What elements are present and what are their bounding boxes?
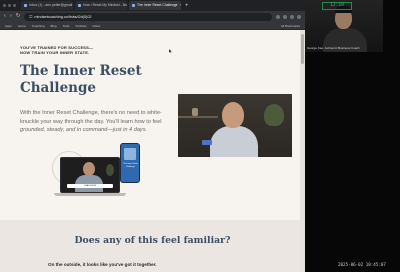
page-title: The Inner Reset Challenge: [20, 63, 142, 96]
bookmark-item[interactable]: Home: [18, 24, 26, 28]
webcam-label: George Kao, Authentic Business Coach: [307, 46, 360, 50]
landing-page: YOU'VE TRAINED FOR SUCCESS— NOW TRAIN YO…: [0, 30, 305, 272]
page-description: With the Inner Reset Challenge, there's …: [20, 109, 170, 135]
bookmark-item[interactable]: Blog: [51, 24, 57, 28]
kicker-line: NOW TRAIN YOUR INNER STATE.: [20, 50, 90, 55]
devices-mockup: CHALLENGE The Inner Reset Challenge: [48, 143, 144, 205]
timestamp: 2025-06-02 10:45:07: [338, 262, 386, 267]
close-icon[interactable]: ×: [180, 1, 181, 10]
familiar-section: Does any of this feel familiar? On the o…: [0, 220, 305, 272]
url-text: mindsetcoaching.co/links/i2d(0)02: [34, 14, 92, 19]
presenter-body: [210, 126, 258, 157]
shelf: [178, 116, 218, 118]
phone-text: The Inner Reset Challenge: [123, 163, 138, 168]
scroll-thumb[interactable]: [301, 34, 304, 64]
browser-window: Inbox (1) - ann.petter@gmail × How I Res…: [0, 0, 305, 272]
tab-inbox[interactable]: Inbox (1) - ann.petter@gmail ×: [21, 1, 73, 10]
camera-badge: [202, 140, 212, 145]
back-icon[interactable]: ‹: [4, 11, 6, 22]
plant: [106, 164, 114, 176]
hero-video[interactable]: [178, 94, 292, 157]
recording-sidebar: George Kao, Authentic Business Coach 12:…: [305, 0, 400, 272]
bookmark-item[interactable]: Tools: [63, 24, 70, 28]
tab-label: How I Reset My Mindset - Bui: [83, 3, 127, 7]
tab-inner-reset[interactable]: The Inner Reset Challenge ×: [129, 1, 181, 10]
vase: [192, 108, 198, 116]
presenter-head: [83, 162, 95, 176]
gmail-icon: [24, 4, 27, 7]
bookmark-item[interactable]: Notes: [92, 24, 100, 28]
laptop-base: [54, 193, 126, 196]
kicker-text: YOU'VE TRAINED FOR SUCCESS— NOW TRAIN YO…: [20, 45, 140, 55]
section-heading: Does any of this feel familiar?: [74, 235, 231, 246]
forward-icon[interactable]: ›: [10, 11, 12, 22]
phone-image: [124, 148, 136, 160]
extension-icons[interactable]: [276, 14, 301, 19]
plant: [264, 104, 284, 126]
description-text: With the Inner Reset Challenge, there's …: [20, 110, 162, 125]
recording-timer: 12:19: [322, 2, 352, 10]
description-emphasis: grounded, steady, and in command—just in…: [20, 127, 148, 133]
bookmarks-bar: Apps Home Coaching Blog Tools Podcast No…: [0, 22, 305, 30]
tab-label: The Inner Reset Challenge: [137, 3, 178, 7]
address-bar[interactable]: ⚿ mindsetcoaching.co/links/i2d(0)02: [24, 12, 272, 21]
bookmark-item[interactable]: Coaching: [32, 24, 45, 28]
laptop-screen: CHALLENGE: [60, 157, 120, 193]
tab-bar: Inbox (1) - ann.petter@gmail × How I Res…: [0, 0, 305, 11]
presenter-head: [222, 102, 244, 128]
browser-toolbar: ‹ › ↻ ⚿ mindsetcoaching.co/links/i2d(0)0…: [0, 11, 305, 22]
page-icon: [132, 4, 135, 7]
page-icon: [78, 4, 81, 7]
mouse-cursor-icon: [169, 49, 172, 53]
bookmark-item[interactable]: Apps: [5, 24, 12, 28]
lock-icon: ⚿: [29, 13, 33, 19]
window-controls[interactable]: [3, 4, 16, 7]
tab-label: Inbox (1) - ann.petter@gmail: [29, 3, 73, 7]
phone-mockup: The Inner Reset Challenge: [120, 143, 140, 183]
section-subheading: On the outside, it looks like you've got…: [48, 262, 157, 267]
reload-icon[interactable]: ↻: [16, 11, 21, 22]
tab-reset-mindset[interactable]: How I Reset My Mindset - Bui ×: [75, 1, 127, 10]
all-bookmarks[interactable]: All Bookmarks: [281, 24, 300, 28]
new-tab-button[interactable]: +: [185, 3, 189, 9]
laptop-caption: CHALLENGE: [67, 184, 113, 188]
bookmark-item[interactable]: Podcast: [76, 24, 87, 28]
